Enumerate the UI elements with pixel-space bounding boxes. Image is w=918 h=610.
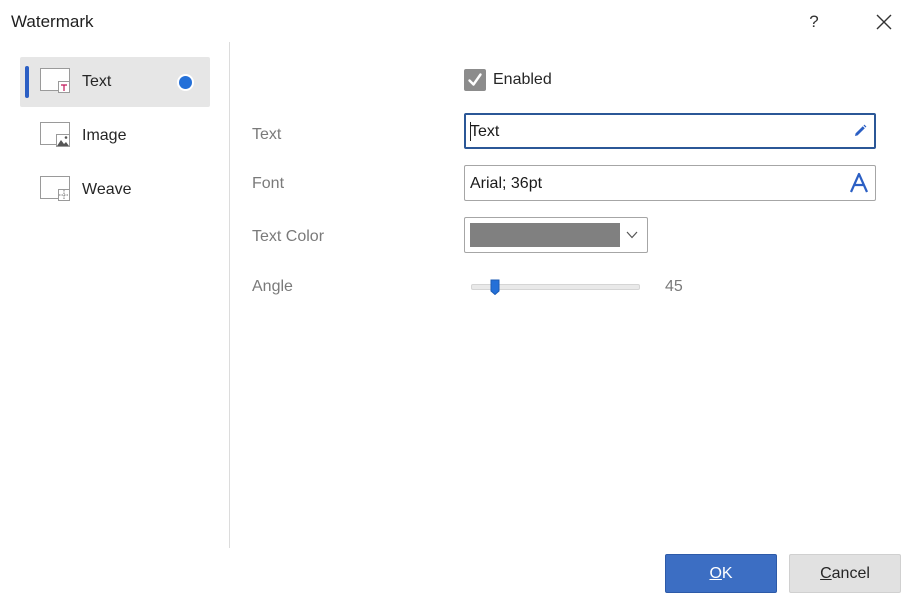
enabled-label: Enabled bbox=[493, 71, 552, 88]
sidebar-item-label: Weave bbox=[82, 181, 132, 198]
sidebar-item-image[interactable]: Image bbox=[20, 111, 210, 161]
sidebar-item-text[interactable]: Text bbox=[20, 57, 210, 107]
font-value: Arial; 36pt bbox=[470, 175, 543, 192]
pencil-icon[interactable] bbox=[852, 123, 868, 139]
selected-radio-indicator bbox=[179, 76, 192, 89]
ok-label-rest: K bbox=[721, 564, 733, 582]
sidebar-item-label: Text bbox=[82, 73, 112, 90]
angle-value: 45 bbox=[665, 278, 683, 295]
weave-watermark-thumbnail-icon bbox=[40, 176, 70, 201]
sidebar-divider bbox=[229, 42, 230, 548]
watermark-text-input[interactable]: Text bbox=[464, 113, 876, 149]
checkmark-icon bbox=[468, 73, 482, 86]
help-button[interactable]: ? bbox=[800, 8, 828, 36]
dialog-title: Watermark bbox=[11, 12, 94, 31]
enabled-checkbox[interactable] bbox=[464, 69, 486, 91]
cancel-button[interactable]: Cancel bbox=[789, 554, 901, 593]
angle-slider-thumb[interactable] bbox=[490, 279, 500, 295]
cancel-label-rest: ancel bbox=[831, 564, 870, 582]
sidebar-item-weave[interactable]: Weave bbox=[20, 165, 210, 215]
close-icon bbox=[876, 14, 892, 30]
watermark-type-list: Text Image Weave bbox=[0, 42, 229, 548]
sidebar-item-label: Image bbox=[82, 127, 127, 144]
selection-indicator bbox=[25, 66, 29, 98]
color-swatch bbox=[470, 223, 620, 247]
title-bar: Watermark ? bbox=[0, 0, 918, 42]
angle-label: Angle bbox=[252, 278, 293, 295]
font-a-icon[interactable] bbox=[849, 172, 869, 194]
ok-mnemonic: O bbox=[709, 564, 722, 582]
ok-button[interactable]: OK bbox=[665, 554, 777, 593]
text-color-label: Text Color bbox=[252, 228, 325, 245]
image-watermark-thumbnail-icon bbox=[40, 122, 70, 147]
chevron-down-icon bbox=[626, 231, 638, 239]
close-button[interactable] bbox=[870, 8, 898, 36]
watermark-text-value: Text bbox=[470, 123, 500, 140]
text-watermark-thumbnail-icon bbox=[40, 68, 70, 93]
cancel-mnemonic: C bbox=[820, 564, 832, 582]
text-color-dropdown[interactable] bbox=[464, 217, 648, 253]
question-mark-icon: ? bbox=[809, 12, 819, 31]
enabled-checkbox-row[interactable]: Enabled bbox=[464, 69, 552, 91]
text-field-label: Text bbox=[252, 126, 282, 143]
font-field-label: Font bbox=[252, 175, 285, 192]
font-picker-field[interactable]: Arial; 36pt bbox=[464, 165, 876, 201]
